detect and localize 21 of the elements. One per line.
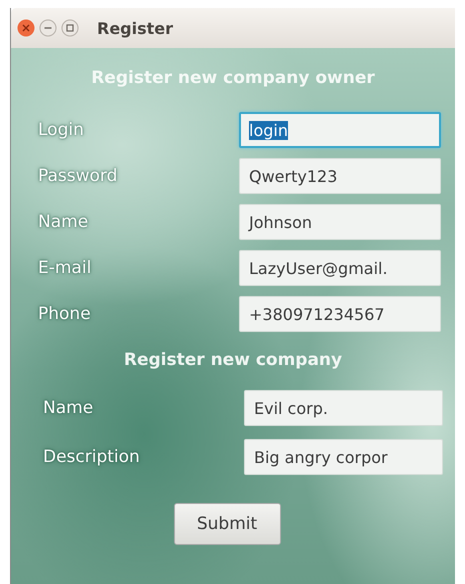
field-label: Description — [43, 447, 141, 467]
input-field[interactable]: +380971234567 — [239, 296, 441, 332]
section-heading: Register new company — [122, 350, 344, 372]
input-field[interactable]: Qwerty123 — [239, 158, 441, 194]
minimize-icon[interactable] — [39, 19, 57, 37]
input-field[interactable]: login — [239, 112, 441, 148]
field-label: Name — [38, 212, 90, 232]
maximize-icon[interactable] — [61, 19, 79, 37]
field-label: Phone — [38, 304, 92, 324]
field-label: E-mail — [38, 258, 92, 278]
submit-button[interactable]: Submit — [174, 503, 280, 545]
input-field[interactable]: LazyUser@gmail. — [239, 250, 441, 286]
input-field[interactable]: Evil corp. — [244, 390, 443, 426]
input-field[interactable]: Big angry corpor — [244, 439, 443, 475]
input-field[interactable]: Johnson — [239, 204, 441, 240]
field-label: Password — [38, 166, 118, 186]
close-icon[interactable] — [17, 19, 35, 37]
field-label: Name — [43, 398, 94, 418]
section-heading: Register new company owner — [90, 68, 376, 90]
window-title: Register — [97, 18, 174, 38]
field-label: Login — [38, 120, 85, 140]
